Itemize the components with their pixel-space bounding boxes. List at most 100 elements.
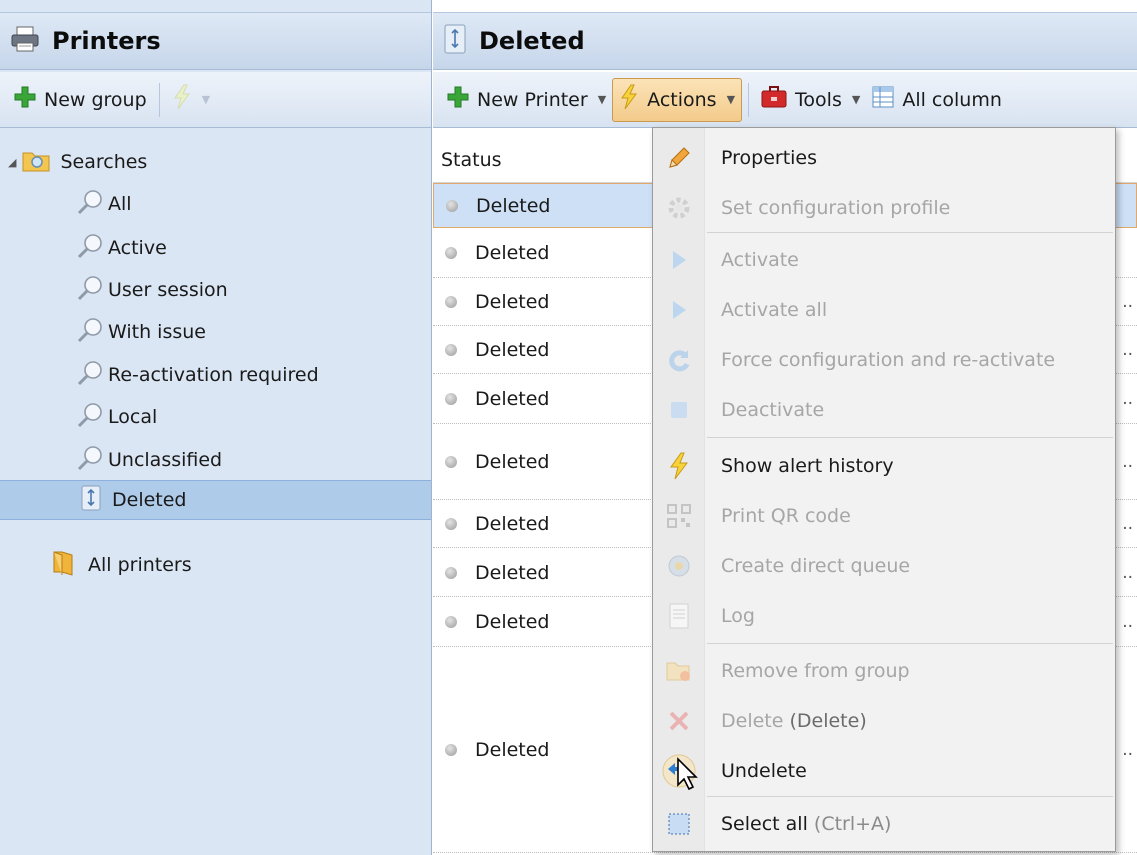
status-dot-icon (445, 247, 457, 259)
menu-separator (707, 437, 1113, 438)
folder-remove-icon (653, 659, 705, 683)
tree-node-search[interactable]: With issue (0, 312, 431, 352)
lightning-icon (172, 84, 192, 115)
status-dot-icon (445, 456, 457, 468)
right-toolbar: New Printer ▼ Actions ▼ Tools ▼ All colu… (433, 72, 1137, 128)
truncated-cell: .. (1122, 612, 1133, 632)
menu-item-properties[interactable]: Properties (653, 133, 1115, 183)
tools-button[interactable]: Tools ▼ (755, 80, 866, 120)
deleted-header: Deleted (433, 12, 1137, 70)
refresh-icon (653, 347, 705, 373)
play-icon (653, 299, 705, 321)
menu-item-select-all[interactable]: Select all (Ctrl+A) (653, 799, 1115, 849)
menu-item-log[interactable]: Log (653, 591, 1115, 641)
menu-item-remove-from-group[interactable]: Remove from group (653, 646, 1115, 696)
plus-icon (447, 86, 469, 113)
toolbar-separator (158, 82, 160, 117)
status-cell: Deleted (475, 739, 550, 761)
menu-item-force-configuration[interactable]: Force configuration and re-activate (653, 335, 1115, 385)
menu-item-show-alert-history[interactable]: Show alert history (653, 441, 1115, 491)
tree-node-search[interactable]: Re-activation required (0, 355, 431, 395)
tree-node-search[interactable]: Active (0, 228, 431, 268)
column-header-label: Status (441, 148, 502, 171)
menu-label: Create direct queue (721, 555, 911, 577)
lightning-icon (653, 452, 705, 480)
menu-item-print-qr-code[interactable]: Print QR code (653, 491, 1115, 541)
new-group-label: New group (44, 88, 147, 111)
tree-label: User session (108, 279, 228, 301)
menu-item-activate[interactable]: Activate (653, 235, 1115, 285)
deleted-title: Deleted (479, 27, 585, 55)
menu-label: Deactivate (721, 399, 825, 421)
tree-node-search[interactable]: User session (0, 270, 431, 310)
menu-label: Print QR code (721, 505, 851, 527)
actions-button[interactable]: Actions ▼ (612, 77, 743, 122)
menu-item-set-configuration-profile[interactable]: Set configuration profile (653, 183, 1115, 233)
status-cell: Deleted (475, 611, 550, 633)
tree-label-deleted: Deleted (112, 489, 187, 511)
tree-node-searches[interactable]: ◢ Searches (0, 142, 431, 182)
select-all-icon (653, 812, 705, 836)
menu-item-activate-all[interactable]: Activate all (653, 285, 1115, 335)
deleted-icon (80, 485, 102, 516)
tree-node-all-printers[interactable]: All printers (0, 545, 431, 585)
magnifier-icon (76, 317, 104, 348)
truncated-cell: .. (1122, 514, 1133, 534)
new-printer-label: New Printer (477, 88, 588, 111)
chevron-down-icon: ▼ (851, 93, 861, 106)
status-dot-icon (445, 616, 457, 628)
magnifier-icon (76, 360, 104, 391)
toolbar-separator (748, 82, 750, 117)
all-columns-button[interactable]: All column (866, 80, 1008, 120)
magnifier-icon (76, 189, 104, 220)
menu-label: Remove from group (721, 660, 910, 682)
qr-code-icon (653, 504, 705, 528)
magnifier-icon (76, 275, 104, 306)
truncated-cell: .. (1122, 452, 1133, 472)
status-cell: Deleted (475, 242, 550, 264)
status-dot-icon (445, 744, 457, 756)
truncated-cell: .. (1122, 562, 1133, 583)
status-cell: Deleted (475, 561, 550, 584)
status-dot-icon (445, 566, 457, 579)
menu-label: Delete (721, 710, 784, 732)
menu-label: Force configuration and re-activate (721, 349, 1056, 371)
left-toolbar: New group ▼ (0, 72, 431, 128)
menu-label: Show alert history (721, 455, 894, 477)
menu-separator (707, 796, 1113, 797)
toolbox-icon (761, 86, 787, 113)
status-cell: Deleted (475, 513, 550, 535)
tree-label: Active (108, 237, 167, 259)
tools-label: Tools (795, 88, 842, 111)
menu-item-undelete[interactable]: Undelete (653, 746, 1115, 796)
menu-item-create-direct-queue[interactable]: Create direct queue (653, 541, 1115, 591)
printers-panel: Printers New group ▼ ◢ Searches All Activ… (0, 0, 432, 855)
menu-separator (707, 232, 1113, 233)
status-cell: Deleted (476, 194, 551, 217)
menu-separator (707, 643, 1113, 644)
tree-node-search[interactable]: All (0, 184, 431, 224)
pencil-icon (653, 145, 705, 171)
tree-node-deleted[interactable]: Deleted (0, 480, 431, 520)
tree-label: Local (108, 406, 158, 428)
tree-node-search[interactable]: Unclassified (0, 440, 431, 480)
expand-arrow-icon[interactable]: ◢ (8, 156, 16, 169)
printer-icon (10, 25, 40, 58)
stop-icon (653, 399, 705, 421)
menu-item-deactivate[interactable]: Deactivate (653, 385, 1115, 435)
search-folder-icon (22, 148, 50, 177)
status-dot-icon (445, 296, 457, 308)
status-cell: Deleted (475, 451, 550, 473)
new-printer-button[interactable]: New Printer ▼ (441, 80, 612, 120)
new-group-button[interactable]: New group (8, 80, 153, 120)
truncated-cell: .. (1122, 740, 1133, 760)
chevron-down-icon: ▼ (597, 93, 607, 106)
menu-item-delete[interactable]: Delete (Delete) (653, 696, 1115, 746)
tree-node-search[interactable]: Local (0, 397, 431, 437)
left-actions-button[interactable]: ▼ (166, 80, 216, 120)
lightning-icon (619, 84, 639, 115)
tree-label: Re-activation required (108, 364, 319, 386)
chevron-down-icon: ▼ (726, 93, 736, 106)
printers-title: Printers (52, 27, 161, 55)
tree-label-searches: Searches (60, 151, 148, 173)
